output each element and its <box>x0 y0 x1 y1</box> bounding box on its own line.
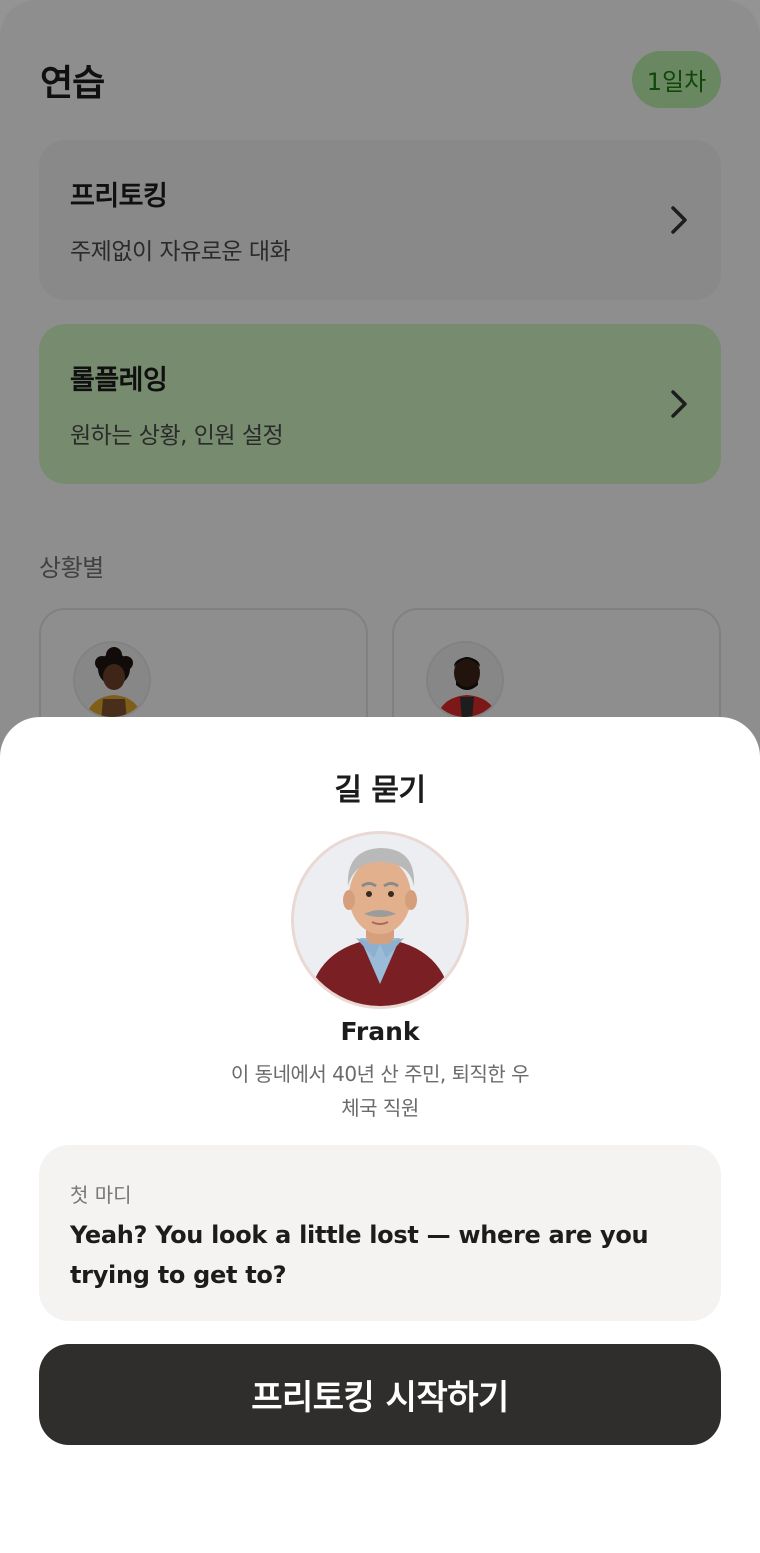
character-description: 이 동네에서 40년 산 주민, 퇴직한 우체국 직원 <box>230 1062 530 1120</box>
bottom-sheet: 길 묻기 Frank 이 동네에서 40년 산 주민, 퇴직한 우체국 직원 첫… <box>0 717 760 1553</box>
start-freetalk-button[interactable]: 프리토킹 시작하기 <box>39 1344 721 1445</box>
sheet-title: 길 묻기 <box>334 773 426 808</box>
opening-line-box: 첫 마디 Yeah? You look a little lost — wher… <box>39 1145 721 1321</box>
character-avatar <box>291 831 469 1009</box>
character-name: Frank <box>340 1017 420 1046</box>
opening-line-label: 첫 마디 <box>70 1183 132 1207</box>
opening-line-text: Yeah? You look a little lost — where are… <box>70 1221 649 1289</box>
